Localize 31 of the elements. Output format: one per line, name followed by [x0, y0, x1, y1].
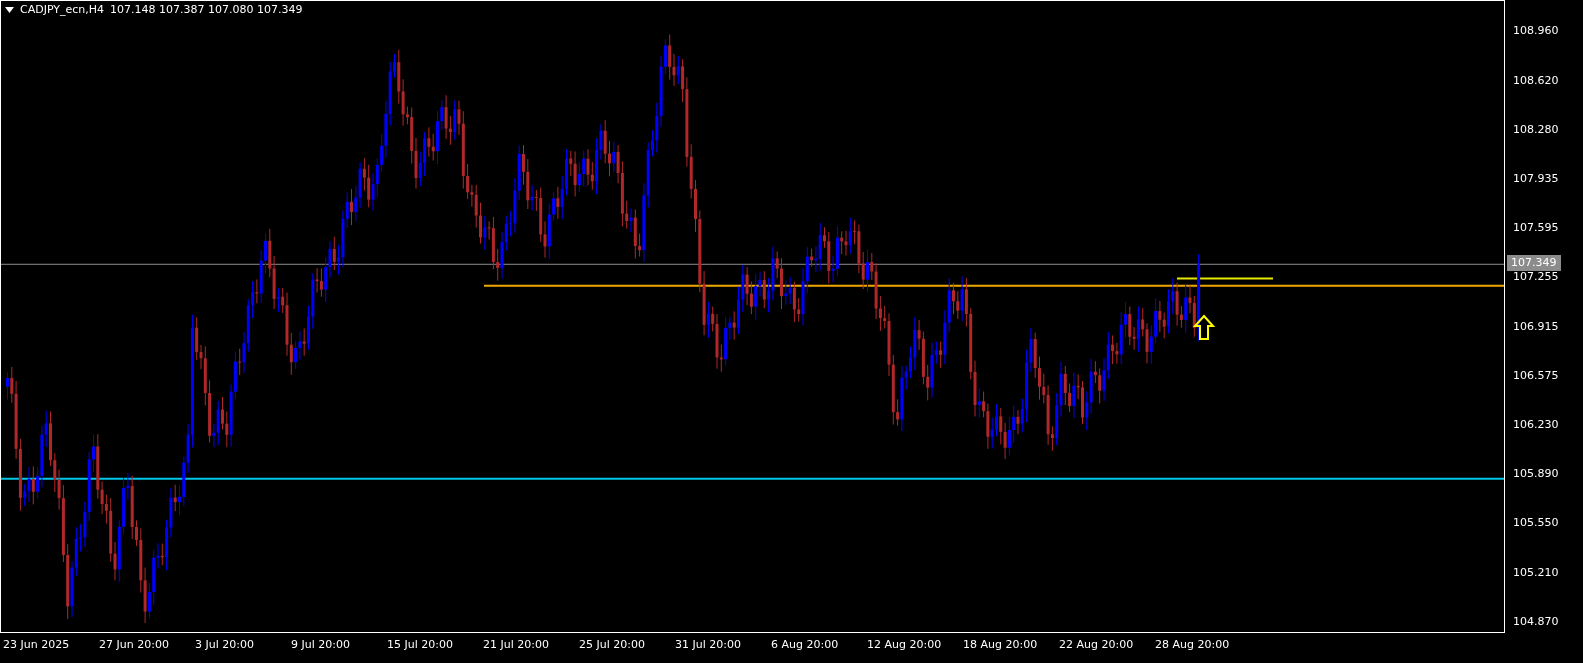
ohlc-values: 107.148 107.387 107.080 107.349: [110, 3, 303, 16]
time-label: 31 Jul 20:00: [675, 638, 741, 651]
price-label: 106.915: [1513, 318, 1559, 335]
up-arrow-mark: [1192, 314, 1216, 340]
price-label: 107.595: [1513, 220, 1559, 237]
price-label: 105.890: [1513, 466, 1559, 483]
price-label: 105.550: [1513, 515, 1559, 532]
time-label: 15 Jul 20:00: [387, 638, 453, 651]
time-label: 25 Jul 20:00: [579, 638, 645, 651]
chart-symbol: CADJPY_ecn,H4: [20, 3, 105, 16]
price-label: 108.960: [1513, 23, 1559, 40]
price-label: 107.255: [1513, 269, 1559, 286]
time-label: 18 Aug 20:00: [963, 638, 1038, 651]
time-label: 9 Jul 20:00: [291, 638, 350, 651]
price-label: 108.620: [1513, 72, 1559, 89]
time-label: 12 Aug 20:00: [867, 638, 942, 651]
price-label: 108.280: [1513, 121, 1559, 138]
current-price-label: 107.349: [1507, 255, 1561, 272]
time-label: 21 Jul 20:00: [483, 638, 549, 651]
price-label: 104.870: [1513, 613, 1559, 630]
time-label: 3 Jul 20:00: [195, 638, 254, 651]
dropdown-caret-icon[interactable]: [5, 6, 14, 13]
time-label: 23 Jun 2025: [3, 638, 70, 651]
price-label: 106.575: [1513, 367, 1559, 384]
time-label: 28 Aug 20:00: [1155, 638, 1230, 651]
price-label: 105.210: [1513, 564, 1559, 581]
price-label: 106.230: [1513, 416, 1559, 433]
time-label: 22 Aug 20:00: [1059, 638, 1134, 651]
price-label: 107.935: [1513, 170, 1559, 187]
time-label: 27 Jun 20:00: [99, 638, 169, 651]
time-label: 6 Aug 20:00: [771, 638, 839, 651]
